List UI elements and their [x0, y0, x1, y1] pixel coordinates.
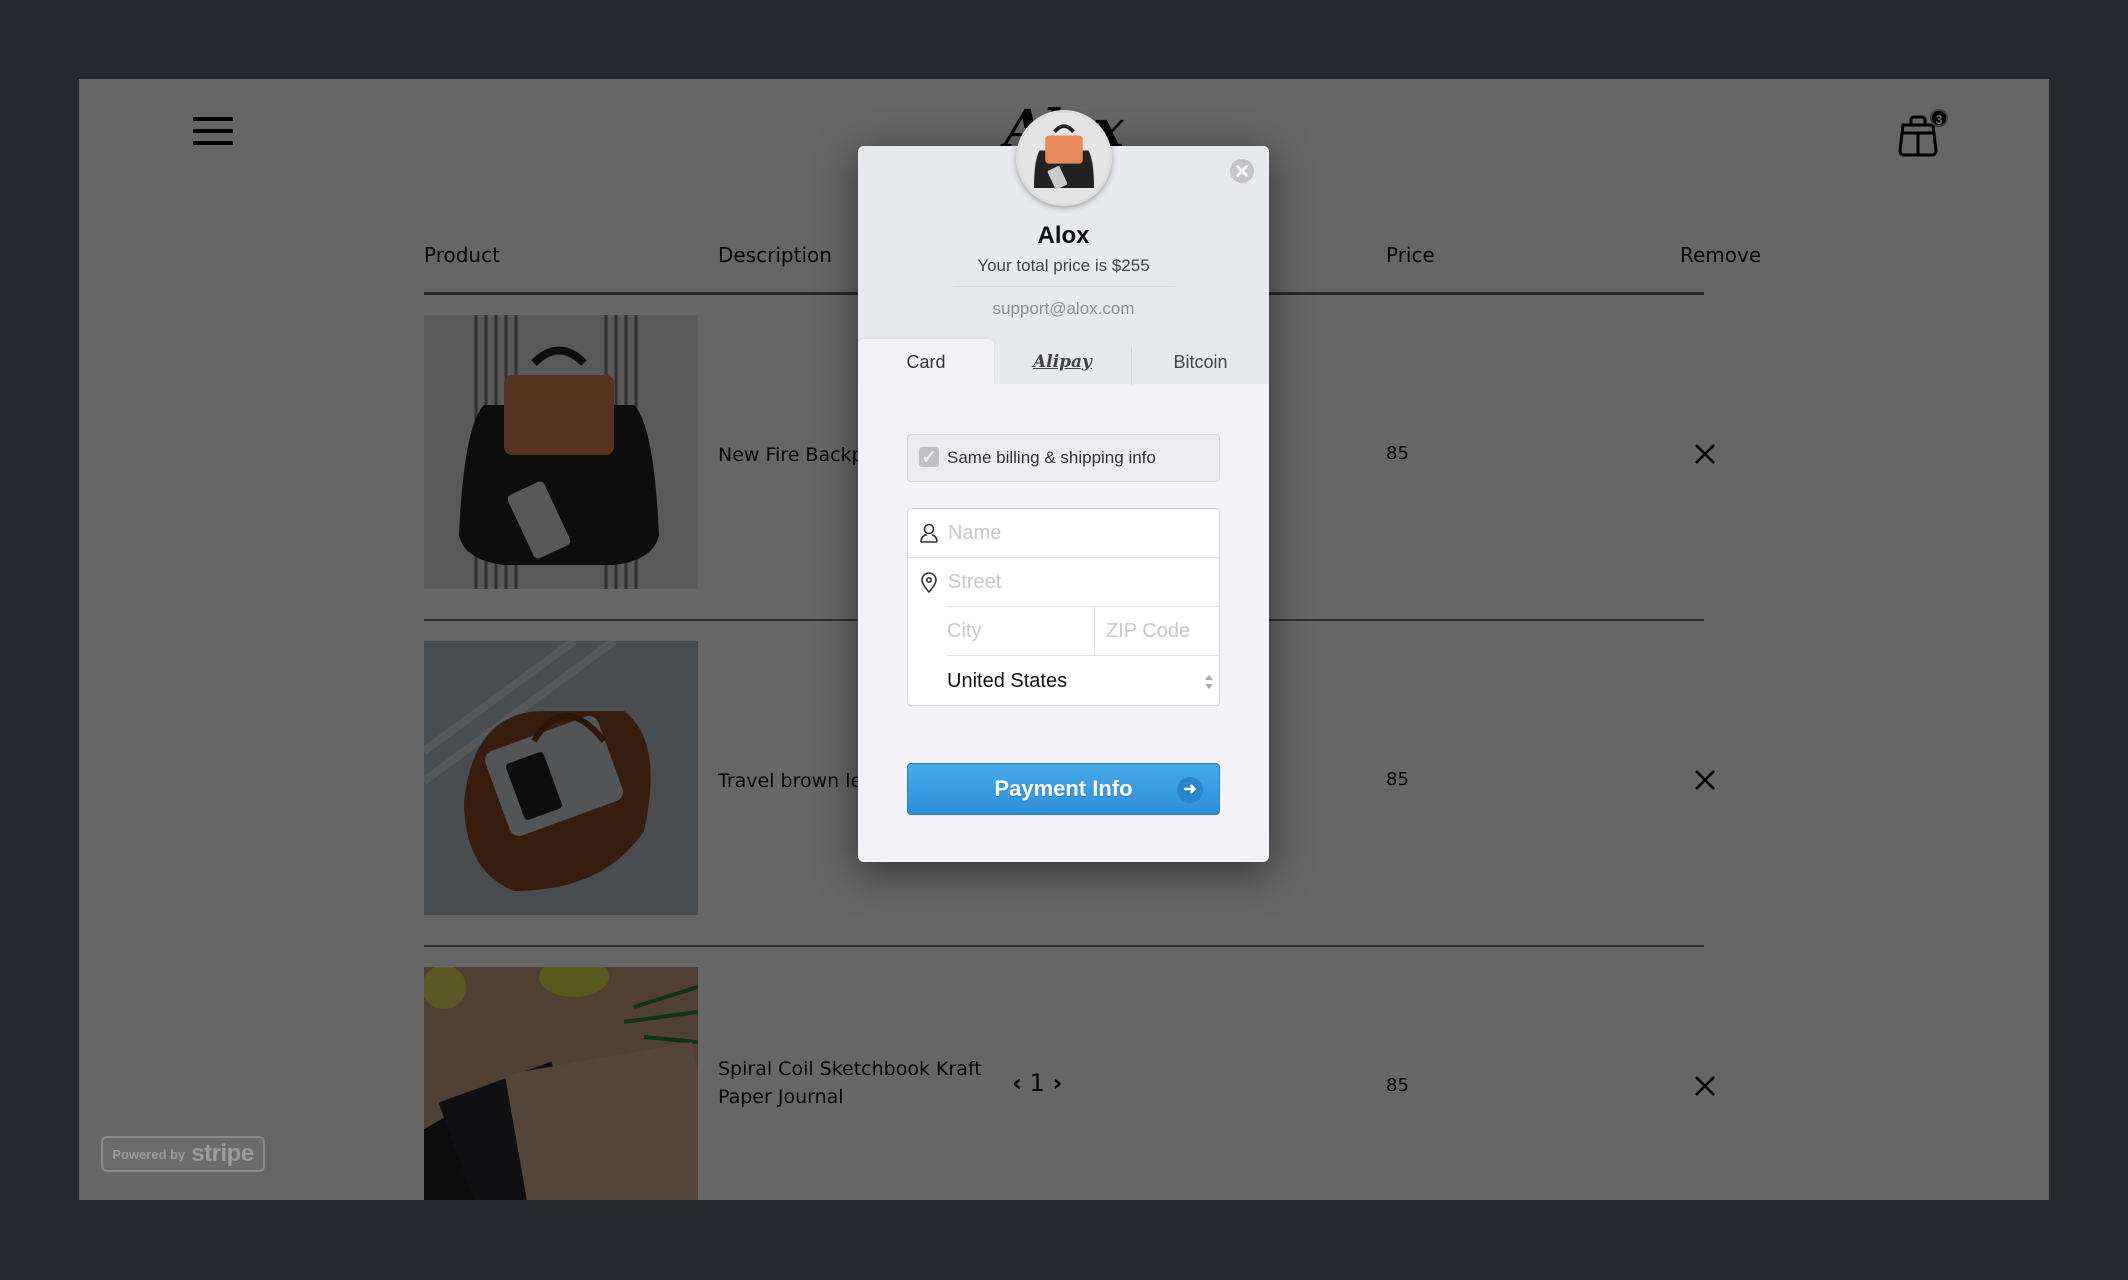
zip-code-input[interactable]	[1106, 607, 1218, 655]
merchant-name: Alox	[1037, 222, 1090, 249]
remove-item-icon[interactable]	[1694, 443, 1716, 465]
close-icon[interactable]	[1230, 159, 1254, 183]
tab-card[interactable]: Card	[858, 339, 994, 385]
payment-method-tabs: Card Alipay Bitcoin	[858, 339, 1269, 385]
checkmark-icon[interactable]: ✓	[919, 447, 939, 467]
column-header-description: Description	[718, 243, 832, 267]
product-price: 85	[1386, 443, 1409, 464]
support-email: support@alox.com	[992, 299, 1135, 318]
product-image-leather-bag	[424, 641, 698, 915]
name-input[interactable]	[948, 509, 1215, 557]
checkout-modal: Alox Your total price is $255 support@al…	[858, 110, 1269, 862]
column-header-product: Product	[424, 243, 500, 267]
stripe-logo: stripe	[191, 1140, 254, 1167]
address-form: United States	[907, 508, 1220, 706]
column-header-price: Price	[1386, 243, 1435, 267]
name-field	[908, 509, 1219, 558]
same-billing-shipping-checkbox[interactable]: ✓ Same billing & shipping info	[907, 434, 1220, 482]
remove-item-icon[interactable]	[1694, 1075, 1716, 1097]
city-input[interactable]	[947, 607, 1092, 655]
product-price: 85	[1386, 1075, 1409, 1096]
increase-quantity-button[interactable]: ›	[1052, 1069, 1062, 1097]
powered-by-text: Powered by	[112, 1146, 186, 1162]
product-description: Spiral Coil Sketchbook Kraft Paper Journ…	[718, 1058, 982, 1108]
location-pin-icon	[921, 572, 937, 593]
country-value: United States	[947, 670, 1068, 692]
arrow-right-icon: ➜	[1177, 777, 1203, 803]
product-image-sketchbook	[424, 967, 698, 1200]
same-billing-shipping-label: Same billing & shipping info	[947, 448, 1156, 467]
payment-info-button[interactable]: Payment Info ➜	[907, 763, 1220, 815]
tab-bitcoin[interactable]: Bitcoin	[1132, 339, 1269, 385]
table-row: Spiral Coil Sketchbook Kraft Paper Journ…	[424, 947, 1715, 1200]
powered-by-stripe-badge[interactable]: Powered by stripe	[101, 1136, 265, 1172]
remove-item-icon[interactable]	[1694, 769, 1716, 791]
quantity-stepper[interactable]: ‹ 1 ›	[1012, 1069, 1062, 1097]
street-field	[908, 558, 1219, 607]
merchant-avatar	[1016, 110, 1112, 206]
hamburger-menu-button[interactable]	[193, 117, 233, 149]
country-select[interactable]: United States	[947, 657, 1219, 706]
product-price: 85	[1386, 769, 1409, 790]
select-arrows-icon	[1205, 675, 1213, 689]
menu-line	[193, 129, 233, 133]
decrease-quantity-button[interactable]: ‹	[1012, 1069, 1022, 1097]
payment-info-label: Payment Info	[994, 776, 1133, 801]
quantity-value: 1	[1029, 1069, 1045, 1097]
tab-alipay[interactable]: Alipay	[994, 339, 1131, 385]
city-zip-row	[946, 606, 1219, 656]
header-divider	[953, 286, 1175, 287]
total-price-text: Your total price is $255	[977, 256, 1150, 275]
user-icon	[920, 523, 938, 543]
column-header-remove: Remove	[1680, 243, 1762, 267]
product-image-backpack	[424, 315, 698, 589]
menu-line	[193, 141, 233, 145]
cart-count-badge: 3	[1930, 109, 1948, 127]
field-divider	[1094, 607, 1095, 655]
street-input[interactable]	[948, 558, 1215, 606]
menu-line	[193, 117, 233, 121]
